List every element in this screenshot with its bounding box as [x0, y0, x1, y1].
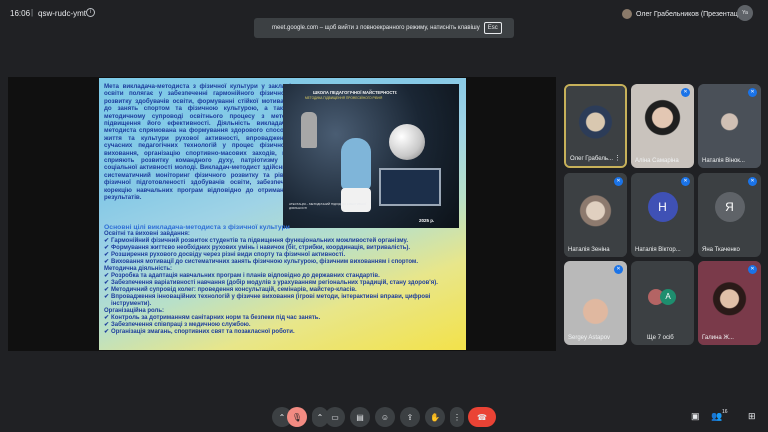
meeting-code: qsw-rudc-ymt [38, 9, 87, 18]
participant-tile[interactable]: Галина Ж... ✕ [698, 261, 761, 345]
photo-title: ШКОЛА ПЕДАГОГІЧНОЇ МАЙСТЕРНОСТІ: [313, 90, 398, 95]
mic-off-icon: ✕ [614, 177, 623, 186]
slide-goals: Основні цілі викладача-методиста з фізич… [104, 224, 460, 336]
participant-tile[interactable]: A Ще 7 осіб [631, 261, 694, 345]
mic-off-icon: ✕ [748, 265, 757, 274]
list-item: ✔ Забезпечення співпраці з медичною служб… [104, 322, 251, 328]
list-item: ✔ Формування життєво необхідних рухових у… [104, 245, 411, 251]
list-item: ✔ Методичний супровід колег: проведення к… [104, 287, 357, 293]
list-item: ✔ Контроль за дотриманням санітарних норм… [104, 315, 321, 321]
avatar: Я [714, 191, 745, 222]
check-icon: ✔ [104, 259, 110, 265]
participant-name: Яна Ткаченко [702, 247, 740, 253]
group-title: Освітні та виховні завдання: [104, 231, 190, 237]
avatar [622, 9, 632, 19]
slide-paragraph: Мета викладача-методиста з фізичної куль… [104, 83, 291, 202]
participant-name: Олег Грабель... [570, 156, 614, 162]
check-icon: ✔ [104, 280, 110, 286]
participant-tile[interactable]: Sergey Astapov ✕ [564, 261, 627, 345]
laptop-image [379, 168, 441, 206]
mic-off-icon: ✕ [748, 177, 757, 186]
check-icon: ✔ [104, 294, 110, 300]
trophy-figure [301, 112, 317, 148]
fullscreen-banner: meet.google.com – щоб вийти з повноекран… [254, 18, 514, 38]
check-icon: ✔ [104, 315, 110, 321]
activities-icon[interactable]: ⊞ [748, 411, 756, 422]
participant-name: Аліна Самаріна [635, 158, 679, 164]
participant-name: Наталія Вінок... [702, 158, 745, 164]
esc-key: Esc [483, 22, 502, 34]
chat-icon[interactable]: ▣ [691, 411, 700, 422]
raise-hand-icon[interactable]: ✋ [425, 407, 445, 427]
check-icon: ✔ [104, 273, 110, 279]
people-count: 16 [722, 409, 728, 415]
photo-year: 2025 р. [419, 218, 435, 223]
list-item: ✔ Розширення рухового досвіду через різні… [104, 252, 346, 258]
shared-slide: Мета викладача-методиста з фізичної куль… [99, 78, 466, 350]
more-participants: Ще 7 осіб [647, 335, 674, 341]
participant-name: Sergey Astapov [568, 335, 611, 341]
slide-photo: ШКОЛА ПЕДАГОГІЧНОЇ МАЙСТЕРНОСТІ: МЕТОДИК… [283, 84, 459, 228]
list-item: ✔ Організація змагань, спортивних свят та… [104, 329, 295, 335]
people-icon[interactable]: 👥 [711, 411, 722, 422]
participant-tile[interactable]: Аліна Самаріна ✕ [631, 84, 694, 168]
list-item: ✔ Виховання мотивації до систематичних за… [104, 259, 419, 265]
participant-name: Галина Ж... [702, 335, 734, 341]
presenter-label: Олег Грабельников (Презентація) [636, 10, 746, 18]
mic-off-icon: ✕ [681, 177, 690, 186]
photo-subtitle: МЕТОДИКА ПІДВИЩЕННЯ ПРОФЕСІЙНОГО РІВНЯ [305, 96, 383, 100]
check-icon: ✔ [104, 252, 110, 258]
participant-tile[interactable]: Наталія Вінок... ✕ [698, 84, 761, 168]
participant-name: Наталія Віктор... [635, 247, 681, 253]
control-bar: ⌃ 🎙 ⌃ ▭ ▤ ☺ ⇪ ✋ ⋮ ☎ ▣ 👥 16 ⊞ [0, 402, 768, 432]
mic-off-icon: ✕ [748, 88, 757, 97]
check-icon: ✔ [104, 287, 110, 293]
mic-off-icon: ✕ [614, 265, 623, 274]
participant-tile[interactable]: Я Яна Ткаченко ✕ [698, 173, 761, 257]
leave-call-icon[interactable]: ☎ [468, 407, 496, 427]
camera-icon[interactable]: ▭ [325, 407, 345, 427]
list-item: ✔ Гармонійний фізичний розвиток студентів… [104, 238, 408, 244]
check-icon: ✔ [104, 329, 110, 335]
avatar: Н [647, 191, 678, 222]
clock: 16:06 [10, 9, 31, 18]
group-title: Організаційна роль: [104, 308, 165, 314]
goals-heading: Основні цілі викладача-методиста з фізич… [104, 224, 290, 231]
self-badge: Ya [742, 10, 748, 16]
present-icon[interactable]: ⇪ [400, 407, 420, 427]
info-icon[interactable]: i [86, 8, 95, 17]
ball-image [389, 124, 425, 160]
mic-off-icon[interactable]: 🎙 [287, 407, 307, 427]
photo-caption: АТЕСТАЦІЯ – МЕТОДИЧНИЙ ПІДХІД ДО ЕФЕКТИВ… [289, 202, 367, 210]
more-options-icon[interactable]: ⋮ [450, 407, 464, 427]
list-item: ✔ Забезпечення варіативності навчання (до… [104, 280, 438, 286]
list-item: ✔ Розробка та адаптація навчальних програ… [104, 273, 380, 279]
more-icon[interactable]: ⋮ [614, 154, 621, 162]
banner-text: meet.google.com – щоб вийти з повноекран… [272, 25, 480, 31]
presenter-chip[interactable]: Олег Грабельников (Презентація) [622, 7, 745, 21]
avatar: A [660, 289, 676, 305]
list-item: ✔ Впровадження інноваційних технологій у … [104, 294, 431, 307]
participant-tile[interactable]: Наталія Зеніна ✕ [564, 173, 627, 257]
check-icon: ✔ [104, 322, 110, 328]
self-avatar[interactable]: Ya [737, 5, 753, 21]
participant-name: Наталія Зеніна [568, 247, 610, 253]
check-icon: ✔ [104, 245, 110, 251]
check-icon: ✔ [104, 238, 110, 244]
emoji-icon[interactable]: ☺ [375, 407, 395, 427]
separator: | [31, 8, 34, 17]
participant-tile[interactable]: Олег Грабель... ⋮ [564, 84, 627, 168]
athlete-figure [341, 138, 371, 190]
participant-tile[interactable]: Н Наталія Віктор... ✕ [631, 173, 694, 257]
captions-icon[interactable]: ▤ [350, 407, 370, 427]
mic-off-icon: ✕ [681, 88, 690, 97]
group-title: Методична діяльність: [104, 266, 173, 272]
